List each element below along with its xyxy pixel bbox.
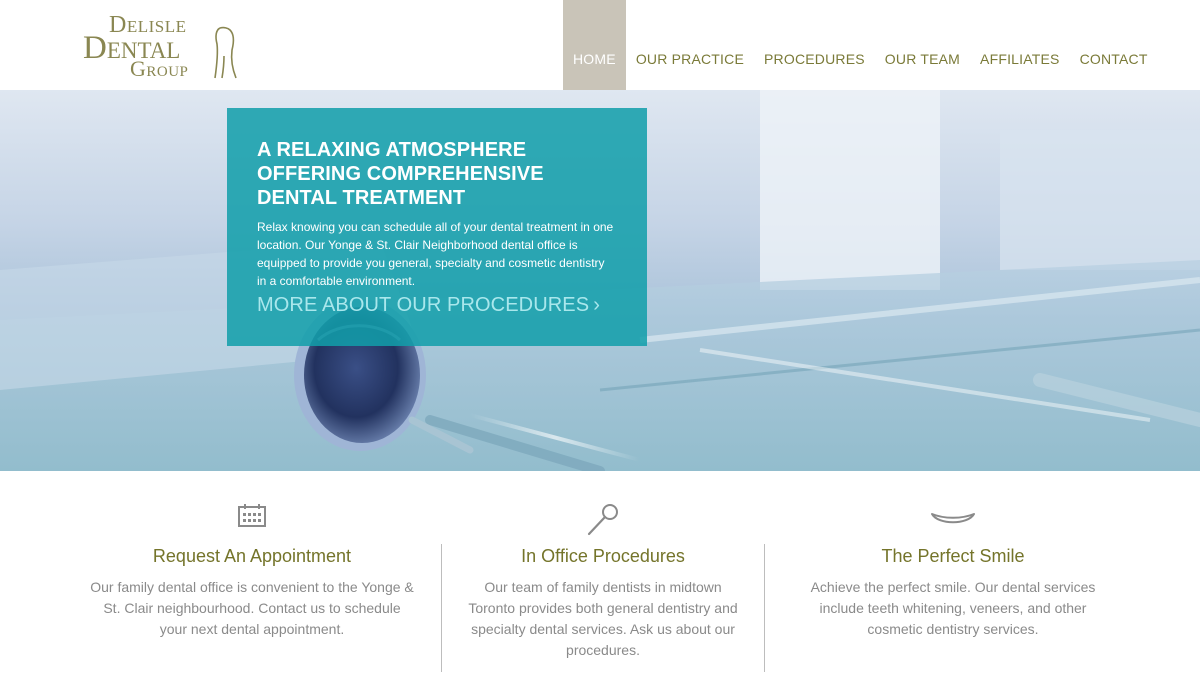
feature-appointment-text: Our family dental office is convenient t… bbox=[90, 579, 414, 637]
hero-link-label: MORE ABOUT OUR PROCEDURES bbox=[257, 294, 590, 316]
hero-banner: A RELAXING ATMOSPHERE OFFERING COMPREHEN… bbox=[0, 90, 1200, 471]
hero-callout-box: A RELAXING ATMOSPHERE OFFERING COMPREHEN… bbox=[227, 108, 647, 346]
nav-procedures[interactable]: PROCEDURES bbox=[754, 0, 875, 90]
nav-contact[interactable]: CONTACT bbox=[1070, 0, 1158, 90]
site-header: Delisle Dental Group HOME OUR PRACTICE P… bbox=[0, 0, 1200, 90]
more-about-procedures-link[interactable]: MORE ABOUT OUR PROCEDURES › bbox=[257, 294, 600, 317]
dental-mirror-icon bbox=[587, 504, 618, 536]
nav-our-team[interactable]: OUR TEAM bbox=[875, 0, 970, 90]
nav-home[interactable]: HOME bbox=[563, 0, 626, 90]
hero-description: Relax knowing you can schedule all of yo… bbox=[257, 220, 614, 288]
feature-smile-title: The Perfect Smile bbox=[881, 546, 1025, 566]
feature-divider bbox=[764, 544, 765, 672]
feature-appointment-title: Request An Appointment bbox=[152, 546, 352, 566]
main-nav: HOME OUR PRACTICE PROCEDURES OUR TEAM AF… bbox=[563, 0, 1158, 90]
tooth-logo-icon bbox=[214, 26, 237, 79]
logo[interactable]: Delisle Dental Group bbox=[80, 12, 240, 81]
chevron-right-icon: › bbox=[593, 294, 600, 316]
nav-our-practice[interactable]: OUR PRACTICE bbox=[626, 0, 754, 90]
logo-line-3: Group bbox=[130, 56, 189, 81]
feature-divider bbox=[441, 544, 442, 672]
calendar-icon bbox=[238, 504, 266, 527]
features-section: Request An Appointment Our family dental… bbox=[0, 471, 1200, 700]
hero-title: A RELAXING ATMOSPHERE OFFERING COMPREHEN… bbox=[257, 139, 544, 209]
feature-procedures-text: Our team of family dentists in midtown T… bbox=[468, 579, 738, 658]
nav-affiliates[interactable]: AFFILIATES bbox=[970, 0, 1070, 90]
feature-procedures-title: In Office Procedures bbox=[521, 546, 685, 566]
feature-smile-text: Achieve the perfect smile. Our dental se… bbox=[810, 579, 1096, 637]
smile-icon bbox=[931, 513, 975, 524]
